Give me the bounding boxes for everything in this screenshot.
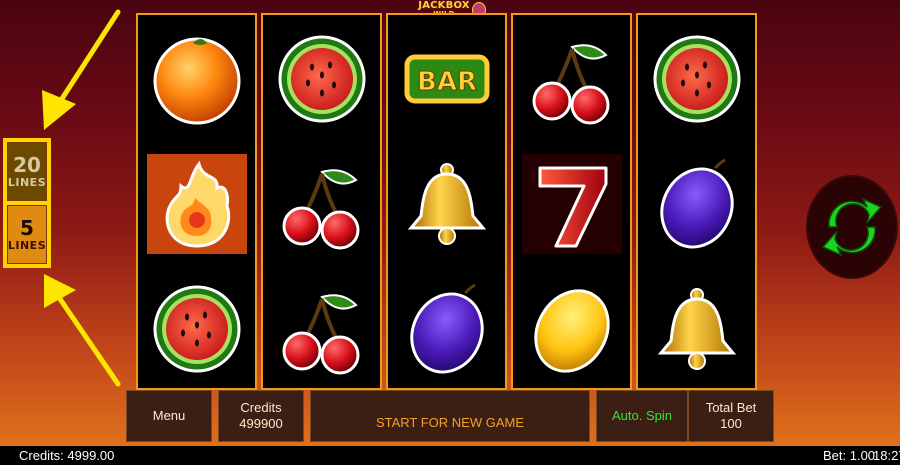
lemon-icon [533, 288, 610, 373]
plum-icon [659, 158, 734, 248]
lines-20-number: 20 [13, 153, 41, 177]
bar-icon: BAR [404, 54, 489, 103]
reel-1-symbol-1 [138, 17, 255, 140]
plum-icon [409, 283, 484, 373]
reel-3: BAR [386, 13, 507, 390]
logo-line1: JACKBOX [418, 0, 470, 11]
reel-1 [136, 13, 257, 390]
fire-ball-icon [146, 153, 247, 254]
bell-icon [657, 287, 736, 370]
spin-button[interactable] [806, 175, 898, 279]
orange-icon [153, 37, 240, 124]
cherries-icon [282, 168, 359, 249]
credits-label: Credits [240, 400, 282, 415]
watermelon-icon [278, 35, 365, 122]
status-credits: Credits: 4999.00 [19, 448, 115, 463]
menu-button[interactable]: Menu [126, 390, 212, 442]
reel-4-symbol-1 [513, 17, 630, 140]
status-bar: Credits: 4999.00 Bet: 1.00 18:27 [0, 446, 900, 465]
reel-4-symbol-3 [513, 267, 630, 390]
seven-icon [521, 153, 622, 254]
reel-2 [261, 13, 382, 390]
reel-5-symbol-1 [638, 17, 755, 140]
reels-area: BAR [136, 13, 757, 390]
menu-label: Menu [152, 408, 186, 423]
credits-value: 499900 [239, 416, 283, 431]
reel-2-symbol-2 [263, 142, 380, 265]
watermelon-icon [153, 285, 240, 372]
credits-display: Credits 499900 [218, 390, 304, 442]
svg-text:BAR: BAR [417, 67, 477, 97]
total-bet-label: Total Bet [705, 400, 757, 415]
status-bet: Bet: 1.00 [823, 448, 876, 463]
reel-1-symbol-3 [138, 267, 255, 390]
start-label: START FOR NEW GAME [375, 415, 525, 430]
reel-2-symbol-1 [263, 17, 380, 140]
cherries-icon [282, 293, 359, 374]
lines-20-word: LINES [7, 176, 47, 189]
reel-3-symbol-2 [388, 142, 505, 265]
bell-icon [407, 162, 486, 245]
reel-1-symbol-2 [138, 142, 255, 265]
reel-3-symbol-3 [388, 267, 505, 390]
lines-5-button[interactable]: 5 LINES [7, 205, 47, 264]
lines-20-button[interactable]: 20 LINES [7, 142, 47, 201]
total-bet-value: 100 [720, 416, 742, 431]
watermelon-icon [653, 35, 740, 122]
reel-5-symbol-2 [638, 142, 755, 265]
reel-4-symbol-2 [513, 142, 630, 265]
reel-3-symbol-1: BAR [388, 17, 505, 140]
lines-selector: 20 LINES 5 LINES [3, 138, 51, 268]
total-bet-display[interactable]: Total Bet 100 [688, 390, 774, 442]
auto-spin-label: Auto. Spin [612, 408, 672, 423]
reel-5 [636, 13, 757, 390]
reel-5-symbol-3 [638, 267, 755, 390]
reel-2-symbol-3 [263, 267, 380, 390]
auto-spin-button[interactable]: Auto. Spin [596, 390, 688, 442]
bottom-control-bar: Menu Credits 499900 START FOR NEW GAME A… [124, 390, 774, 444]
start-button[interactable]: START FOR NEW GAME [310, 390, 590, 442]
spin-arrows-icon [821, 197, 883, 257]
status-time: 18:27 [873, 448, 900, 463]
lines-5-word: LINES [7, 239, 47, 252]
reel-4 [511, 13, 632, 390]
lines-5-number: 5 [20, 216, 34, 240]
cherries-icon [532, 43, 609, 124]
